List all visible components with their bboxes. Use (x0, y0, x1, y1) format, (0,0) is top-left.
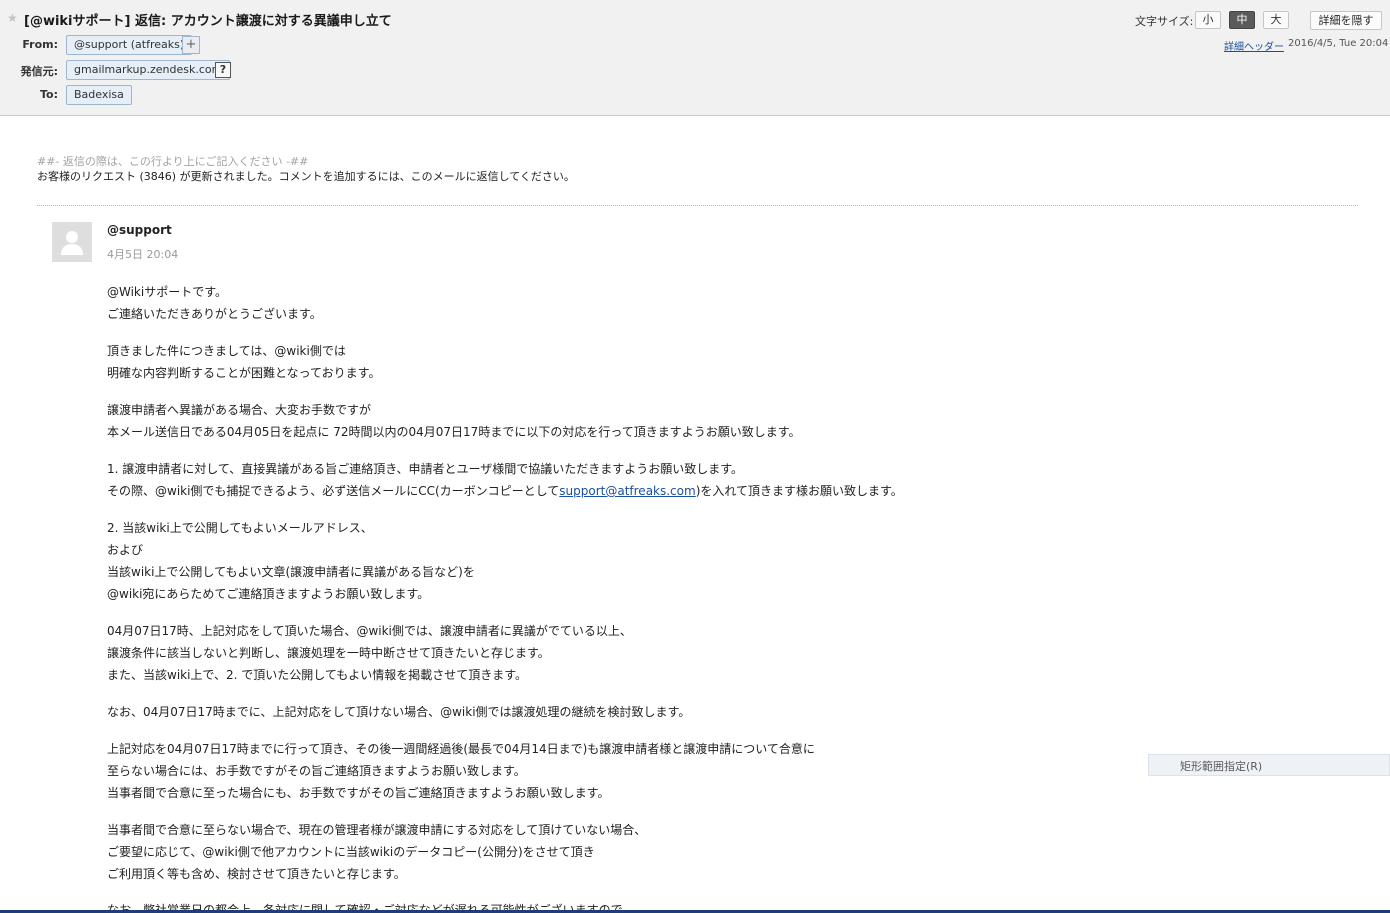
text-line: なお、04月07日17時までに、上記対応をして頂けない場合、@wiki側では譲渡… (107, 705, 691, 719)
context-menu-item-rectangle-select[interactable]: 矩形範囲指定(R) (1148, 754, 1390, 776)
font-size-label: 文字サイズ: (1135, 15, 1194, 28)
paragraph: @Wikiサポートです。 ご連絡いただきありがとうございます。 (107, 281, 1007, 325)
comment-date: 4月5日 20:04 (107, 248, 179, 261)
text-line: 至らない場合には、お手数ですがその旨ご連絡頂きますようお願い致します。 (107, 764, 526, 778)
text-line: @Wikiサポートです。 (107, 285, 228, 299)
text-line: 2. 当該wiki上で公開してもよいメールアドレス、 (107, 521, 373, 535)
add-contact-icon[interactable]: + (182, 36, 200, 54)
text-line: ご連絡いただきありがとうございます。 (107, 307, 322, 321)
paragraph: 2. 当該wiki上で公開してもよいメールアドレス、 および 当該wiki上で公… (107, 517, 1007, 605)
text-line: 当該wiki上で公開してもよい文章(譲渡申請者に異議がある旨など)を (107, 565, 475, 579)
detail-header-link[interactable]: 詳細ヘッダー (1224, 38, 1284, 53)
request-update-notice: お客様のリクエスト (3846) が更新されました。コメントを追加するには、この… (37, 170, 575, 183)
font-size-medium-button[interactable]: 中 (1229, 11, 1255, 29)
to-label: To: (40, 88, 58, 101)
star-icon[interactable]: ★ (7, 11, 18, 25)
paragraph: 04月07日17時、上記対応をして頂いた場合、@wiki側では、譲渡申請者に異議… (107, 620, 1007, 686)
message-subject: [@wikiサポート] 返信: アカウント譲渡に対する異議申し立て (24, 14, 392, 29)
paragraph: 譲渡申請者へ異議がある場合、大変お手数ですが 本メール送信日である04月05日を… (107, 399, 1007, 443)
to-address-chip[interactable]: Badexisa (66, 85, 132, 105)
comment-author: @support (107, 223, 172, 237)
message-datetime: 2016/4/5, Tue 20:04 (1288, 38, 1389, 49)
text-line: 当事者間で合意に至った場合にも、お手数ですがその旨ご連絡頂きますようお願い致しま… (107, 786, 610, 800)
text-line: 頂きました件につきましては、@wiki側では (107, 344, 346, 358)
support-email-link[interactable]: support@atfreaks.com (559, 484, 695, 498)
text-line: その際、@wiki側でも捕捉できるよう、必ず送信メールにCC(カーボンコピーとし… (107, 480, 1007, 502)
paragraph: 頂きました件につきましては、@wiki側では 明確な内容判断することが困難となっ… (107, 340, 1007, 384)
text-segment: )を入れて頂きます様お願い致します。 (695, 484, 903, 498)
text-line: ご要望に応じて、@wiki側で他アカウントに当該wikiのデータコピー(公開分)… (107, 845, 595, 859)
context-menu-item-label: 矩形範囲指定(R) (1180, 760, 1263, 773)
comment-body: @Wikiサポートです。 ご連絡いただきありがとうございます。 頂きました件につ… (107, 281, 1007, 900)
message-content: ##- 返信の際は、この行より上にご記入ください -## お客様のリクエスト (… (0, 116, 1390, 913)
from-row: From: @support (atfreaks) + (0, 35, 400, 55)
paragraph: 上記対応を04月07日17時までに行って頂き、その後一週間経過後(最長で04月1… (107, 738, 1007, 804)
sender-address-chip[interactable]: gmailmarkup.zendesk.com (66, 60, 231, 80)
text-line: 1. 譲渡申請者に対して、直接異議がある旨ご連絡頂き、申請者とユーザ様間で協議い… (107, 462, 744, 476)
help-icon[interactable]: ? (215, 62, 231, 78)
text-line: 04月07日17時、上記対応をして頂いた場合、@wiki側では、譲渡申請者に異議… (107, 624, 632, 638)
paragraph: なお、04月07日17時までに、上記対応をして頂けない場合、@wiki側では譲渡… (107, 701, 1007, 723)
text-line: 当事者間で合意に至らない場合で、現在の管理者様が譲渡申請にする対応をして頂けてい… (107, 823, 647, 837)
text-line: および (107, 543, 144, 557)
divider (37, 205, 1358, 206)
reply-above-hint: ##- 返信の際は、この行より上にご記入ください -## (37, 155, 309, 168)
text-line: 譲渡条件に該当しないと判断し、譲渡処理を一時中断させて頂きたいと存じます。 (107, 646, 550, 660)
sender-row: 発信元: gmailmarkup.zendesk.com ? (0, 60, 400, 80)
text-segment: その際、@wiki側でも捕捉できるよう、必ず送信メールにCC(カーボンコピーとし… (107, 484, 560, 498)
text-line: ご利用頂く等も含め、検討させて頂きたいと存じます。 (107, 867, 406, 881)
paragraph: 1. 譲渡申請者に対して、直接異議がある旨ご連絡頂き、申請者とユーザ様間で協議い… (107, 458, 1007, 502)
text-line: @wiki宛にあらためてご連絡頂きますようお願い致します。 (107, 587, 430, 601)
text-line: また、当該wiki上で、2. で頂いた公開してもよい情報を掲載させて頂きます。 (107, 668, 528, 682)
from-address-chip[interactable]: @support (atfreaks) (66, 35, 193, 55)
sender-label: 発信元: (20, 65, 58, 78)
avatar (52, 222, 92, 262)
from-label: From: (22, 38, 58, 51)
text-line: 本メール送信日である04月05日を起点に 72時間以内の04月07日17時までに… (107, 425, 801, 439)
text-line: 明確な内容判断することが困難となっております。 (107, 366, 381, 380)
hide-details-button[interactable]: 詳細を隠す (1310, 11, 1382, 30)
message-header: ★ [@wikiサポート] 返信: アカウント譲渡に対する異議申し立て From… (0, 0, 1390, 116)
text-line: 譲渡申請者へ異議がある場合、大変お手数ですが (107, 403, 372, 417)
user-silhouette-icon (61, 231, 83, 255)
text-line: 上記対応を04月07日17時までに行って頂き、その後一週間経過後(最長で04月1… (107, 742, 815, 756)
paragraph: 当事者間で合意に至らない場合で、現在の管理者様が譲渡申請にする対応をして頂けてい… (107, 819, 1007, 885)
to-row: To: Badexisa (0, 85, 400, 105)
font-size-small-button[interactable]: 小 (1195, 11, 1221, 29)
font-size-large-button[interactable]: 大 (1263, 11, 1289, 29)
